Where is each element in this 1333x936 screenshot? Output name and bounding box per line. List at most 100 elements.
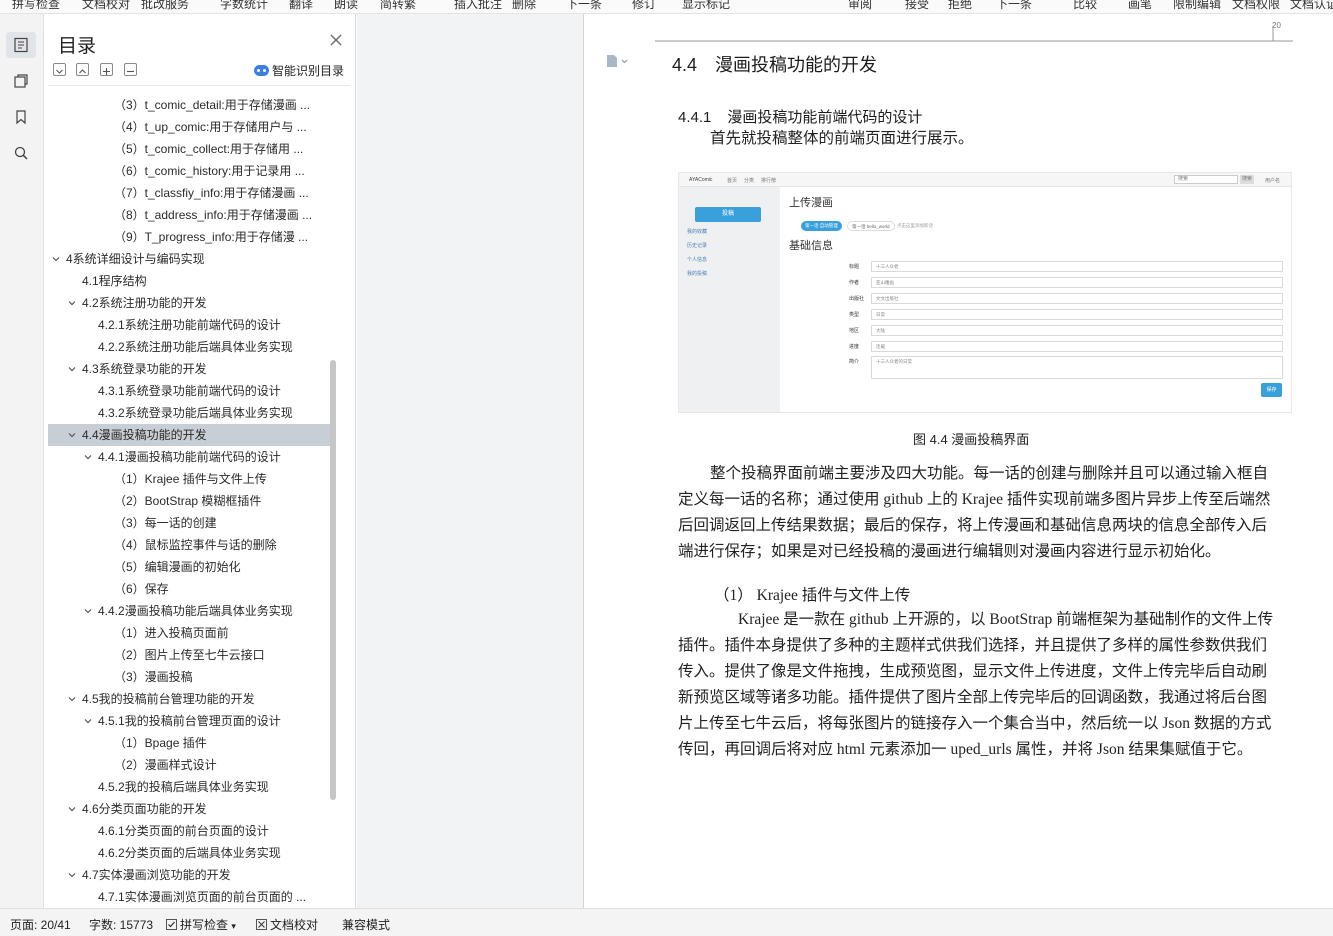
toc-item[interactable]: 4.6.1分类页面的前台页面的设计 (48, 820, 330, 842)
bookmark-icon[interactable] (6, 104, 36, 130)
toc-item[interactable]: （5）编辑漫画的初始化 (48, 556, 330, 578)
toc-item[interactable]: 4.7.1实体漫画浏览页面的前台页面的 ... (48, 886, 330, 906)
figure-field-label: 标题 (849, 264, 860, 270)
chevron-down-icon[interactable] (68, 299, 76, 307)
toc-item[interactable]: （2）漫画样式设计 (48, 754, 330, 776)
toc-item[interactable]: （9）T_progress_info:用于存储漫 ... (48, 226, 330, 248)
toc-item[interactable]: 4.6分类页面功能的开发 (48, 798, 330, 820)
chevron-down-icon[interactable] (84, 453, 92, 461)
toc-item-label: （3）t_comic_detail:用于存储漫画 ... (114, 98, 311, 112)
toc-item[interactable]: 4.5.2我的投稿后端具体业务实现 (48, 776, 330, 798)
heading-number: 4.4.1 (678, 109, 712, 126)
toc-item[interactable]: （2）图片上传至七牛云接口 (48, 644, 330, 666)
paragraph-menu-icon[interactable] (606, 54, 628, 68)
toc-item[interactable]: 4.3.2系统登录功能后端具体业务实现 (48, 402, 330, 424)
word-count[interactable]: 字数: 15773 (89, 916, 153, 933)
toc-item[interactable]: 4.5我的投稿前台管理功能的开发 (48, 688, 330, 710)
toolbar-item[interactable]: 限制编辑 (1173, 0, 1221, 12)
toc-item[interactable]: 4.6.2分类页面的后端具体业务实现 (48, 842, 330, 864)
toc-item[interactable]: （3）t_comic_detail:用于存储漫画 ... (48, 94, 330, 116)
collapse-all-icon[interactable] (53, 63, 66, 76)
toc-item[interactable]: 4.2.1系统注册功能前端代码的设计 (48, 314, 330, 336)
toc-item[interactable]: （4）t_up_comic:用于存储用户与 ... (48, 116, 330, 138)
toc-item[interactable]: （3）每一话的创建 (48, 512, 330, 534)
toolbar-item[interactable]: 翻译 (289, 0, 313, 12)
toc-item[interactable]: 4.3.1系统登录功能前端代码的设计 (48, 380, 330, 402)
toc-item-label: （3）每一话的创建 (114, 516, 217, 530)
toc-item-label: 4系统详细设计与编码实现 (66, 252, 205, 266)
toc-item[interactable]: 4.7实体漫画浏览功能的开发 (48, 864, 330, 886)
remove-heading-icon[interactable] (124, 63, 137, 76)
checkbox-icon (166, 919, 177, 930)
heading-4-4-1: 4.4.1 漫画投稿功能前端代码的设计 (678, 106, 922, 127)
toolbar-item[interactable]: 字数统计 (220, 0, 268, 12)
toolbar-item[interactable]: 批改服务 (141, 0, 189, 12)
toc-item[interactable]: 4.1程序结构 (48, 270, 330, 292)
figure-field-label: 简介 (849, 359, 860, 365)
add-heading-icon[interactable] (100, 63, 113, 76)
chevron-down-icon[interactable] (68, 365, 76, 373)
page-indicator[interactable]: 页面: 20/41 (10, 916, 71, 933)
toolbar-item[interactable]: 修订 (632, 0, 656, 12)
chevron-down-icon[interactable] (84, 607, 92, 615)
toolbar-item[interactable]: 插入批注 (454, 0, 502, 12)
proofread-button[interactable]: 文档校对 (256, 916, 318, 933)
expand-all-icon[interactable] (76, 63, 89, 76)
toc-item[interactable]: （2）BootStrap 模糊框插件 (48, 490, 330, 512)
chevron-down-icon[interactable] (52, 255, 60, 263)
toc-item[interactable]: （1）Bpage 插件 (48, 732, 330, 754)
figure-field-input: 日常 (871, 309, 1283, 320)
toolbar-item[interactable]: 拼写检查 (12, 0, 60, 12)
toolbar-item[interactable]: 下一条 (996, 0, 1032, 12)
toc-item[interactable]: （5）t_comic_collect:用于存储用 ... (48, 138, 330, 160)
toc-item[interactable]: 4.4.1漫画投稿功能前端代码的设计 (48, 446, 330, 468)
toolbar-item[interactable]: 画笔 (1128, 0, 1152, 12)
search-icon[interactable] (6, 140, 36, 166)
toc-item[interactable]: （4）鼠标监控事件与话的删除 (48, 534, 330, 556)
toolbar-item[interactable]: 显示标记 (682, 0, 730, 12)
figure-side-link: 我的投稿 (687, 271, 708, 277)
outline-icon[interactable] (6, 32, 36, 58)
toolbar-item[interactable]: 文档认证 (1290, 0, 1333, 12)
spell-check-toggle[interactable]: 拼写检查 ▾ (166, 916, 236, 933)
chevron-down-icon[interactable] (68, 695, 76, 703)
toolbar-item[interactable]: 删除 (512, 0, 536, 12)
toc-item[interactable]: 4.3系统登录功能的开发 (48, 358, 330, 380)
toc-item[interactable]: 4系统详细设计与编码实现 (48, 248, 330, 270)
toc-item[interactable]: 4.2.2系统注册功能后端具体业务实现 (48, 336, 330, 358)
toolbar-item[interactable]: 接受 (905, 0, 929, 12)
close-icon[interactable] (329, 33, 343, 47)
toc-item-label: 4.3系统登录功能的开发 (82, 362, 207, 376)
toolbar-item[interactable]: 审阅 (848, 0, 872, 12)
toc-scrollbar[interactable] (330, 360, 336, 800)
toc-item-label: （5）编辑漫画的初始化 (114, 560, 241, 574)
toc-item[interactable]: 4.4.2漫画投稿功能后端具体业务实现 (48, 600, 330, 622)
chevron-down-icon[interactable] (68, 805, 76, 813)
toolbar-item[interactable]: 比较 (1073, 0, 1097, 12)
pages-icon[interactable] (6, 68, 36, 94)
toc-item[interactable]: （1）进入投稿页面前 (48, 622, 330, 644)
chevron-down-icon[interactable] (68, 431, 76, 439)
toolbar-item[interactable]: 朗读 (334, 0, 358, 12)
figure-caption: 图 4.4 漫画投稿界面 (913, 432, 1030, 447)
toc-item[interactable]: （7）t_classfiy_info:用于存储漫画 ... (48, 182, 330, 204)
toc-item[interactable]: （6）保存 (48, 578, 330, 600)
chevron-down-icon[interactable] (84, 717, 92, 725)
toc-item[interactable]: （8）t_address_info:用于存储漫画 ... (48, 204, 330, 226)
chevron-down-icon[interactable] (68, 871, 76, 879)
toc-item-selected[interactable]: 4.4漫画投稿功能的开发 (48, 424, 330, 446)
toc-item[interactable]: （3）漫画投稿 (48, 666, 330, 688)
toolbar-item[interactable]: 文档权限 (1232, 0, 1280, 12)
toc-item[interactable]: （1）Krajee 插件与文件上传 (48, 468, 330, 490)
toc-item[interactable]: （6）t_comic_history:用于记录用 ... (48, 160, 330, 182)
toolbar-item[interactable]: 拒绝 (948, 0, 972, 12)
toolbar-item[interactable]: 简转繁 (380, 0, 416, 12)
toc-item-label: 4.2.1系统注册功能前端代码的设计 (98, 318, 281, 332)
toc-item[interactable]: 4.5.1我的投稿前台管理页面的设计 (48, 710, 330, 732)
toc-item-label: 4.1程序结构 (82, 274, 147, 288)
toolbar-item[interactable]: 文档校对 (82, 0, 130, 12)
toc-item[interactable]: 4.2系统注册功能的开发 (48, 292, 330, 314)
figure-section-title: 基础信息 (789, 240, 833, 252)
smart-toc-button[interactable]: 智能识别目录 (254, 62, 344, 79)
toolbar-item[interactable]: 下一条 (566, 0, 602, 12)
